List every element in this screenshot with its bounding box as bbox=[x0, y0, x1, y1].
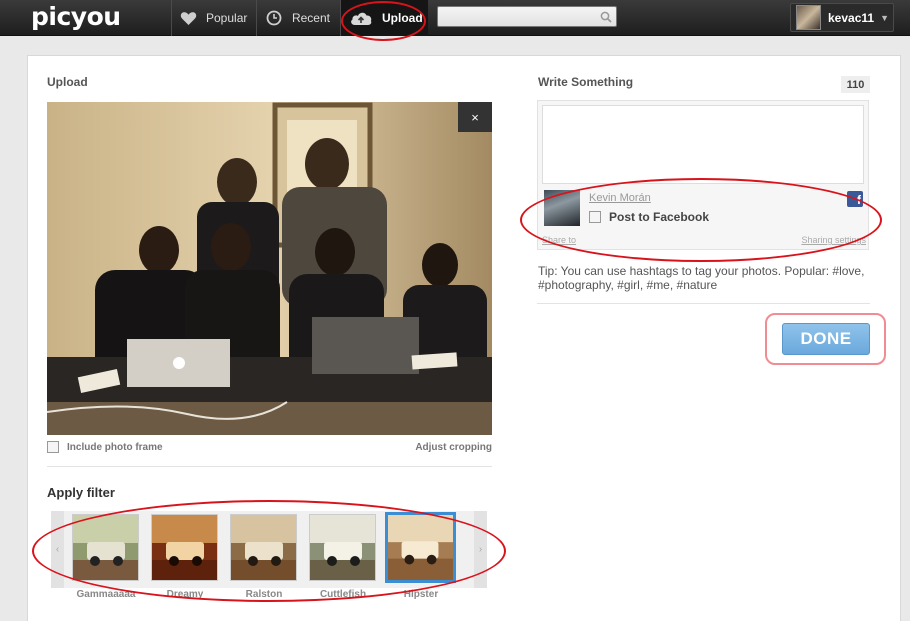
close-photo-button[interactable]: × bbox=[458, 102, 492, 132]
filter-thumb-selected[interactable] bbox=[385, 512, 456, 583]
username: kevac11 bbox=[828, 10, 875, 25]
avatar bbox=[796, 5, 821, 30]
logo[interactable]: picyou bbox=[31, 2, 121, 31]
compose-box: Kevin Morán Post to Facebook f Share to … bbox=[537, 100, 869, 250]
facebook-icon: f bbox=[847, 191, 863, 207]
search-input[interactable] bbox=[438, 7, 588, 27]
nav-recent[interactable]: Recent bbox=[256, 0, 340, 36]
write-something-title: Write Something bbox=[538, 75, 634, 89]
user-menu[interactable]: kevac11 ▼ bbox=[790, 3, 894, 32]
filter-label: Dreamy bbox=[166, 589, 204, 600]
caption-textarea[interactable] bbox=[542, 105, 864, 184]
filter-label: Ralston bbox=[245, 589, 283, 600]
facebook-account-name[interactable]: Kevin Morán bbox=[589, 192, 651, 204]
include-frame-checkbox[interactable] bbox=[47, 441, 59, 453]
adjust-cropping-link[interactable]: Adjust cropping bbox=[415, 442, 492, 453]
apply-filter-title: Apply filter bbox=[47, 485, 115, 500]
heart-icon bbox=[180, 9, 197, 27]
filter-label: Hipster bbox=[403, 589, 439, 600]
clock-icon bbox=[265, 9, 283, 27]
cloud-upload-icon bbox=[349, 9, 373, 27]
chevron-down-icon: ▼ bbox=[880, 12, 889, 23]
share-to-link[interactable]: Share to bbox=[542, 235, 576, 245]
filter-thumb[interactable] bbox=[230, 514, 297, 581]
sharing-settings-link[interactable]: Sharing settings bbox=[801, 235, 866, 245]
done-button[interactable]: DONE bbox=[782, 323, 870, 355]
chevron-right-icon[interactable]: › bbox=[474, 511, 487, 588]
hashtag-tip: Tip: You can use hashtags to tag your ph… bbox=[538, 264, 865, 292]
nav-recent-label: Recent bbox=[291, 11, 330, 25]
nav-popular-label: Popular bbox=[206, 11, 248, 25]
include-frame-label: Include photo frame bbox=[67, 441, 163, 453]
divider bbox=[537, 303, 870, 304]
photo-options: Include photo frame Adjust cropping bbox=[47, 440, 492, 454]
post-to-facebook-checkbox[interactable] bbox=[589, 211, 601, 223]
post-to-facebook-option[interactable]: Post to Facebook bbox=[589, 210, 709, 224]
filter-thumb[interactable] bbox=[151, 514, 218, 581]
char-counter: 110 bbox=[841, 76, 870, 93]
nav-popular[interactable]: Popular bbox=[171, 0, 256, 36]
search-icon[interactable] bbox=[600, 10, 612, 28]
filter-label: Cuttlefish bbox=[319, 589, 367, 600]
uploaded-photo bbox=[47, 102, 492, 435]
chevron-left-icon[interactable]: ‹ bbox=[51, 511, 64, 588]
nav-upload-label: Upload bbox=[382, 11, 423, 25]
filter-thumb[interactable] bbox=[309, 514, 376, 581]
filter-label: Gammaaaaa bbox=[76, 589, 136, 600]
share-row: Share to Sharing settings bbox=[542, 235, 866, 245]
filter-thumb[interactable] bbox=[72, 514, 139, 581]
search-box bbox=[437, 6, 617, 27]
avatar bbox=[544, 190, 580, 226]
post-to-facebook-label: Post to Facebook bbox=[609, 210, 710, 224]
top-bar: picyou Popular Recent Upload kevac11 ▼ bbox=[0, 0, 910, 36]
nav-upload[interactable]: Upload bbox=[340, 0, 428, 36]
upload-title: Upload bbox=[47, 75, 88, 89]
divider bbox=[47, 466, 492, 467]
